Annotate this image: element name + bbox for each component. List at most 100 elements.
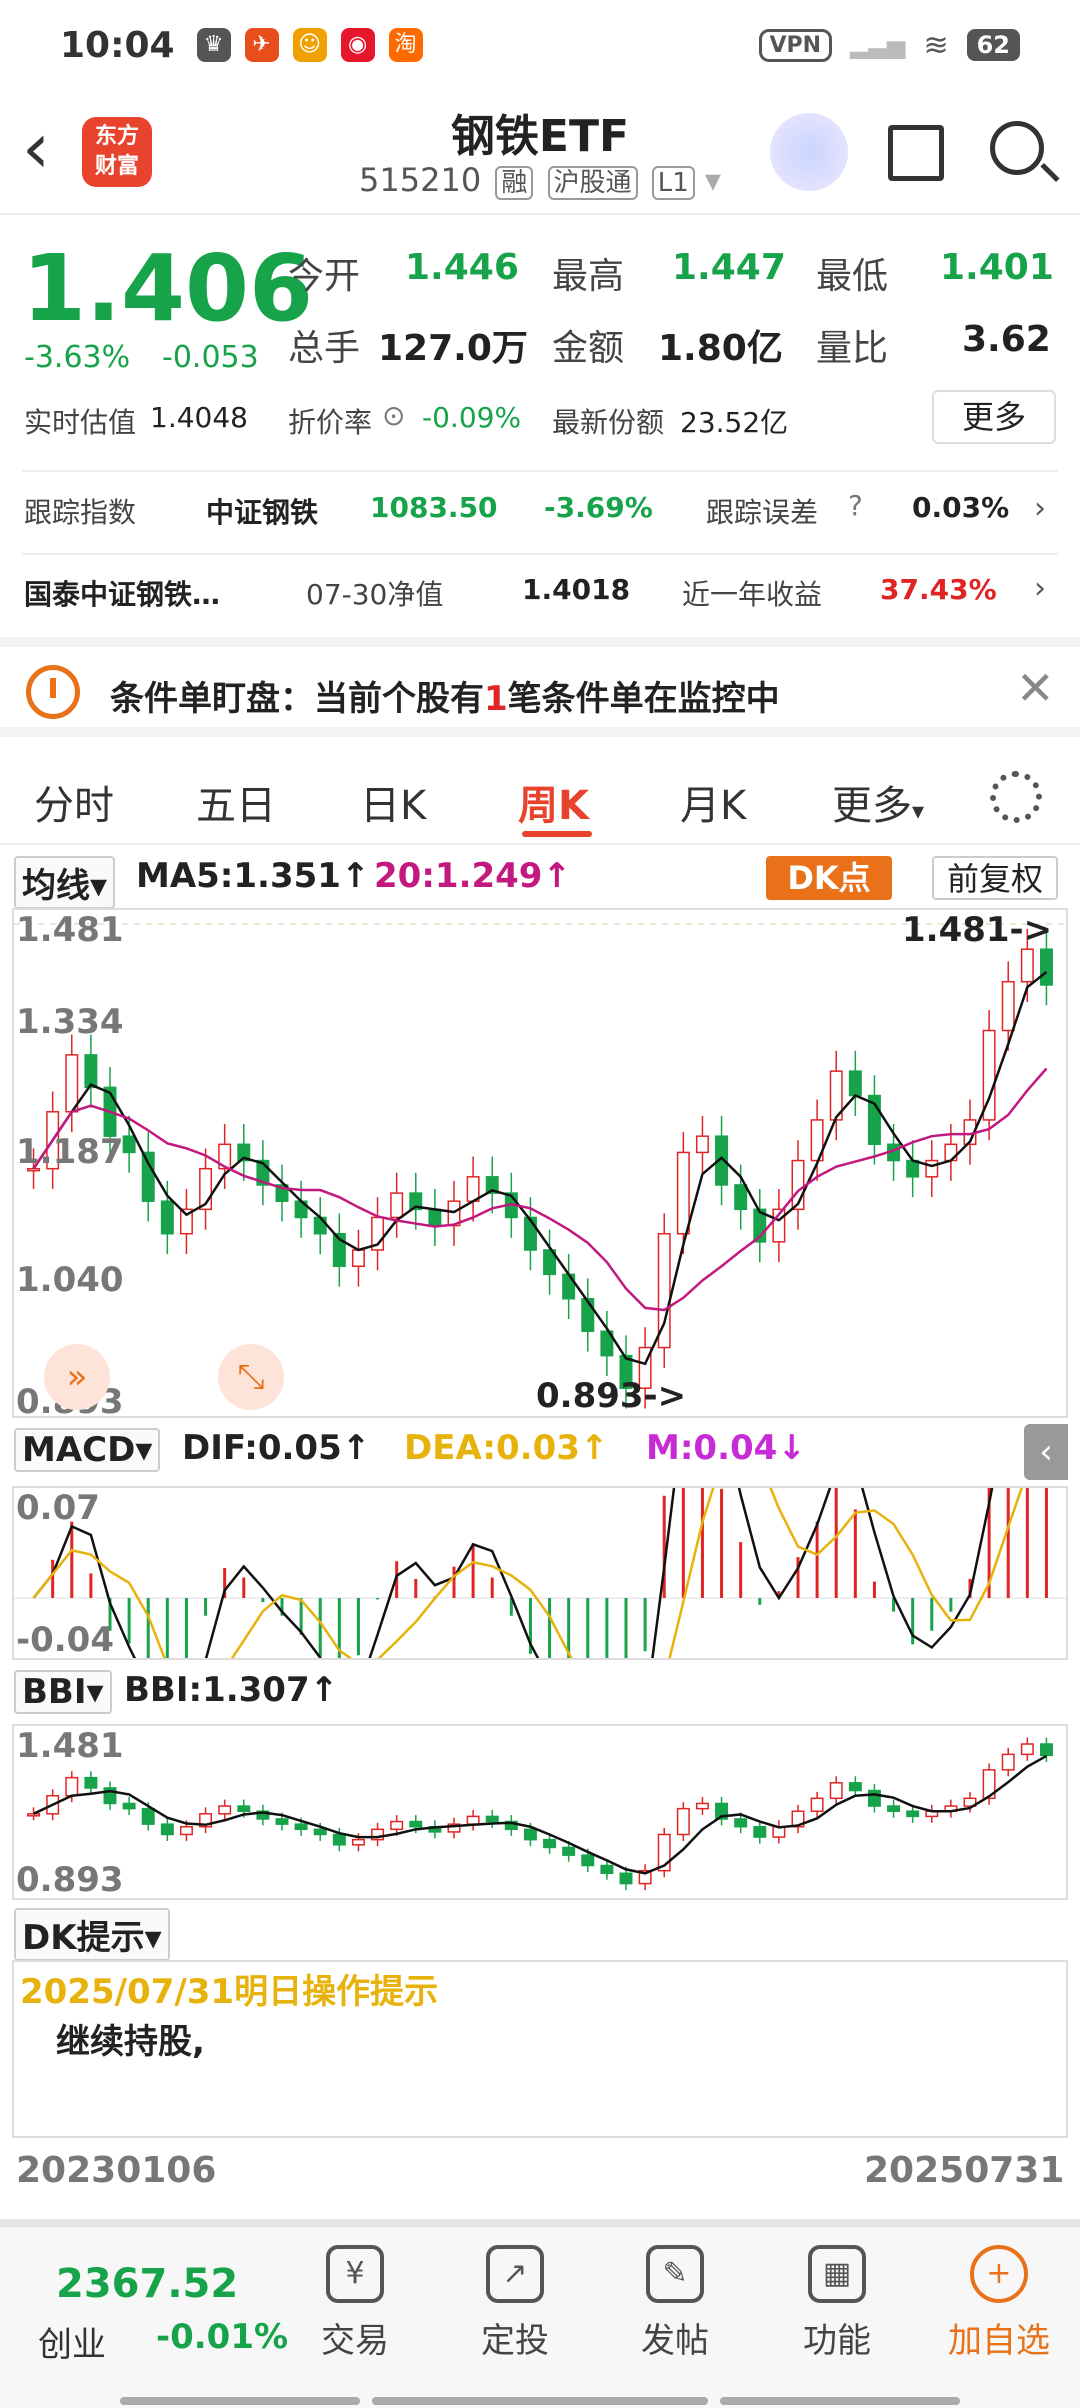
y-axis-3: 1.187 (16, 1132, 124, 1172)
tracking-index-name[interactable]: 中证钢铁 (206, 491, 318, 531)
candle-body (294, 1823, 308, 1831)
candle-body (351, 1838, 365, 1846)
bbi-panel[interactable] (12, 1724, 1068, 1900)
candle-body (237, 1805, 251, 1812)
y-axis-2: 1.334 (16, 1002, 124, 1042)
candle-body (695, 1802, 709, 1810)
candle-body (1039, 1743, 1053, 1757)
candle-body (523, 1828, 537, 1841)
candle-body (1039, 948, 1053, 986)
index-change: -0.01% (156, 2317, 289, 2357)
fullscreen-icon[interactable]: ⤡ (218, 1344, 284, 1410)
macd-select[interactable]: MACD▾ (14, 1428, 161, 1472)
nav-invest[interactable]: ↗ 定投 (460, 2245, 570, 2362)
margin-tag: 融 (495, 166, 534, 200)
tab-weekly[interactable]: 周K (518, 773, 589, 831)
more-button[interactable]: 更多 (932, 390, 1056, 444)
chevron-right-icon[interactable]: › (1034, 571, 1046, 606)
candle-body (313, 1216, 327, 1235)
nav-functions[interactable]: ▦ 功能 (782, 2245, 892, 2362)
banner-text: 条件单盯盘：当前个股有1笔条件单在监控中 (110, 679, 780, 719)
chevron-right-icon[interactable]: › (1034, 491, 1046, 526)
end-date: 20250731 (864, 2150, 1065, 2191)
kline-panel[interactable] (12, 908, 1068, 1418)
gear-icon[interactable] (990, 771, 1042, 823)
tab-intraday[interactable]: 分时 (34, 773, 114, 831)
expand-left-icon[interactable]: » (44, 1344, 110, 1410)
chart-trend-icon: ↗ (486, 2245, 544, 2303)
search-icon[interactable] (990, 121, 1044, 175)
status-bar: 10:04 ♛ ✈ ☺ ◉ 淘 VPN ▂▃▅ ≋ 62 (0, 0, 1080, 90)
candle-body (887, 1805, 901, 1812)
high-value: 1.447 (672, 247, 786, 288)
taobao-icon: 淘 (388, 28, 423, 62)
tab-monthly[interactable]: 月K (680, 773, 746, 831)
vpn-indicator: VPN (758, 28, 833, 62)
candle-body (141, 1151, 155, 1202)
amount-label: 金额 (552, 328, 625, 369)
amount-value: 1.80亿 (658, 328, 783, 369)
share-icon[interactable] (888, 125, 944, 181)
nav-add-watchlist[interactable]: + 加自选 (944, 2245, 1054, 2362)
clock: 10:04 (60, 24, 175, 66)
dk-point-button[interactable]: DK点 (766, 856, 892, 900)
help-icon[interactable]: ? (848, 489, 863, 522)
ma5-value: MA5:1.351↑ (136, 856, 370, 896)
candle-body (65, 1776, 79, 1797)
chart-period-tabs: 分时 五日 日K 周K 月K 更多▾ (0, 745, 1080, 845)
tab-more[interactable]: 更多▾ (832, 773, 924, 831)
edit-icon: ✎ (646, 2245, 704, 2303)
min-marker: 0.893-> (536, 1376, 687, 1416)
stock-code: 515210 (359, 161, 482, 199)
nav-post[interactable]: ✎ 发帖 (620, 2245, 730, 2362)
open-label: 今开 (288, 256, 361, 297)
app-notification-icon: ✈ (244, 28, 279, 62)
max-marker: 1.481-> (902, 910, 1053, 950)
info-icon[interactable]: ⊙ (382, 399, 405, 432)
nav-trade[interactable]: ¥ 交易 (300, 2245, 410, 2362)
collapse-arrow-icon[interactable]: ‹ (1024, 1424, 1068, 1480)
condition-order-banner[interactable]: 条件单盯盘：当前个股有1笔条件单在监控中 ✕ (0, 637, 1080, 737)
ma20-value: 20:1.249↑ (374, 856, 571, 896)
hint-text: 继续持股, (56, 2022, 205, 2062)
candle-body (390, 1820, 404, 1831)
assistant-robot-icon[interactable] (770, 113, 848, 191)
y-axis-top: 1.481 (16, 910, 124, 950)
volume-label: 总手 (288, 328, 361, 369)
macd-axis-top: 0.07 (16, 1488, 100, 1528)
low-value: 1.401 (940, 247, 1054, 288)
bbi-select[interactable]: BBI▾ (14, 1670, 112, 1714)
volume-value: 127.0万 (378, 328, 528, 369)
return-value: 37.43% (880, 573, 997, 606)
open-value: 1.446 (405, 247, 519, 288)
iopv-label: 实时估值 (24, 406, 137, 439)
candle-body (160, 1823, 174, 1836)
dk-hint-select[interactable]: DK提示▾ (14, 1908, 170, 1961)
candle-body (581, 1854, 595, 1867)
candle-body (466, 1815, 480, 1825)
candle-body (428, 1208, 442, 1227)
tab-five-day[interactable]: 五日 (196, 773, 276, 831)
index-value[interactable]: 2367.52 (56, 2261, 238, 2307)
scrollbar-track[interactable] (0, 2219, 1080, 2227)
battery-icon: 62 (966, 29, 1020, 61)
tracking-error-value: 0.03% (912, 491, 1010, 524)
candle-body (906, 1810, 920, 1818)
ma-select[interactable]: 均线▾ (14, 856, 116, 909)
home-indicator (372, 2397, 708, 2405)
tab-daily[interactable]: 日K (360, 773, 426, 831)
quote-panel: 1.406 -3.63% -0.053 今开 1.446 最高 1.447 最低… (0, 215, 1080, 635)
crown-icon: ♛ (196, 28, 231, 62)
divider (22, 470, 1058, 472)
ma20-line (32, 1067, 1048, 1312)
trade-icon: ¥ (326, 2245, 384, 2303)
macd-axis-bottom: -0.04 (16, 1620, 114, 1660)
dk-hint-panel: 2025/07/31明日操作提示 继续持股, (12, 1960, 1068, 2138)
fund-name[interactable]: 国泰中证钢铁… (24, 573, 220, 613)
close-icon[interactable]: ✕ (1016, 661, 1055, 715)
candle-body (925, 1159, 939, 1178)
adjust-button[interactable]: 前复权 (932, 856, 1058, 900)
candle-body (390, 1192, 404, 1219)
macd-panel[interactable] (12, 1351, 1068, 1762)
active-tab-indicator (522, 831, 592, 837)
